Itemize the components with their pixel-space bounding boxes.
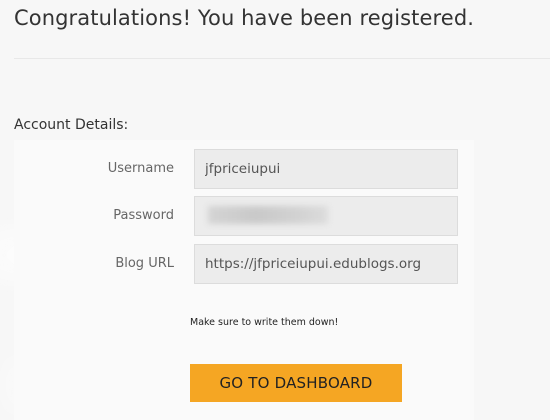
blog-url-field[interactable] <box>194 244 458 284</box>
account-details-heading: Account Details: <box>14 117 129 133</box>
username-field[interactable] <box>194 149 458 189</box>
page-title: Congratulations! You have been registere… <box>14 6 475 30</box>
registration-confirmation-page: Congratulations! You have been registere… <box>0 0 550 420</box>
password-label: Password <box>113 208 174 223</box>
blog-url-label: Blog URL <box>115 256 174 271</box>
username-label: Username <box>107 161 174 176</box>
header-divider <box>14 58 550 59</box>
go-to-dashboard-button[interactable]: GO TO DASHBOARD <box>190 364 402 402</box>
blog-url-row: Blog URL <box>0 244 550 286</box>
write-down-note: Make sure to write them down! <box>190 317 339 328</box>
password-field[interactable] <box>194 196 458 236</box>
username-row: Username <box>0 149 550 191</box>
password-row: Password <box>0 196 550 238</box>
password-field-wrapper <box>194 196 458 236</box>
